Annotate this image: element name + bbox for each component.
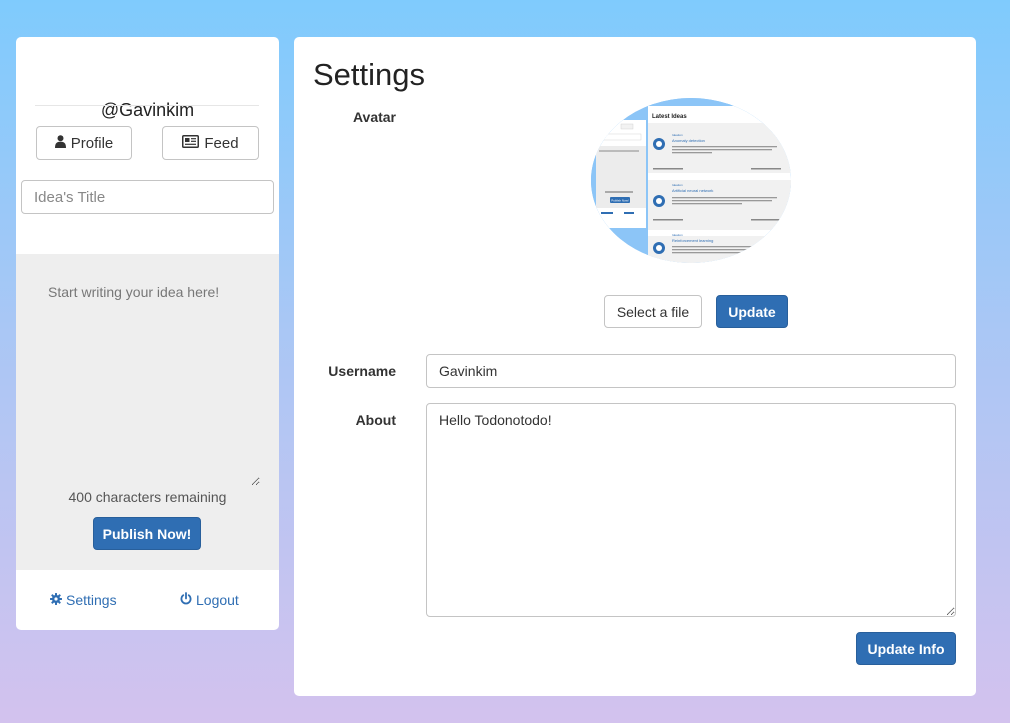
avatar-label: Avatar [352,109,396,125]
settings-panel: Settings Avatar Publish Now! Latest Idea… [294,37,976,696]
gear-icon [50,592,62,608]
username-label: Username [328,363,396,379]
svg-text:Anomaly detection: Anomaly detection [672,138,705,143]
update-info-button[interactable]: Update Info [856,632,956,665]
logout-label: Logout [196,592,239,608]
logout-link[interactable]: Logout [180,592,239,608]
power-icon [180,592,192,608]
update-avatar-button[interactable]: Update [716,295,788,328]
username-input[interactable] [426,354,956,388]
svg-text:Reinforcement learning: Reinforcement learning [672,238,713,243]
avatar-image: Publish Now! Latest Ideas Ideation Anoma… [591,98,791,263]
idea-body-textarea[interactable] [34,272,260,486]
svg-text:Ideation: Ideation [672,133,683,137]
svg-text:Latest Ideas: Latest Ideas [652,114,687,120]
newspaper-icon [182,134,200,152]
svg-text:Artificial neural network: Artificial neural network [672,188,713,193]
characters-remaining: 400 characters remaining [68,489,227,505]
sidebar: @Gavinkim Profile Feed 400 characters re… [16,37,279,630]
profile-button[interactable]: Profile [36,126,132,160]
select-file-button[interactable]: Select a file [604,295,702,328]
settings-label: Settings [66,592,117,608]
about-label: About [355,412,396,428]
divider [35,105,259,106]
profile-label: Profile [70,134,114,152]
svg-text:Publish Now!: Publish Now! [611,199,629,203]
settings-link[interactable]: Settings [50,592,117,608]
idea-editor-panel: 400 characters remaining Publish Now! [16,254,279,570]
username-handle: @Gavinkim [100,100,195,120]
publish-button[interactable]: Publish Now! [93,517,201,550]
page-title: Settings [313,57,426,92]
feed-label: Feed [204,134,239,152]
about-textarea[interactable]: Hello Todonotodo! [426,403,956,617]
svg-text:Ideation: Ideation [672,233,683,237]
svg-text:Ideation: Ideation [672,183,683,187]
idea-title-input[interactable] [21,180,274,214]
user-icon [54,134,66,152]
feed-button[interactable]: Feed [162,126,259,160]
